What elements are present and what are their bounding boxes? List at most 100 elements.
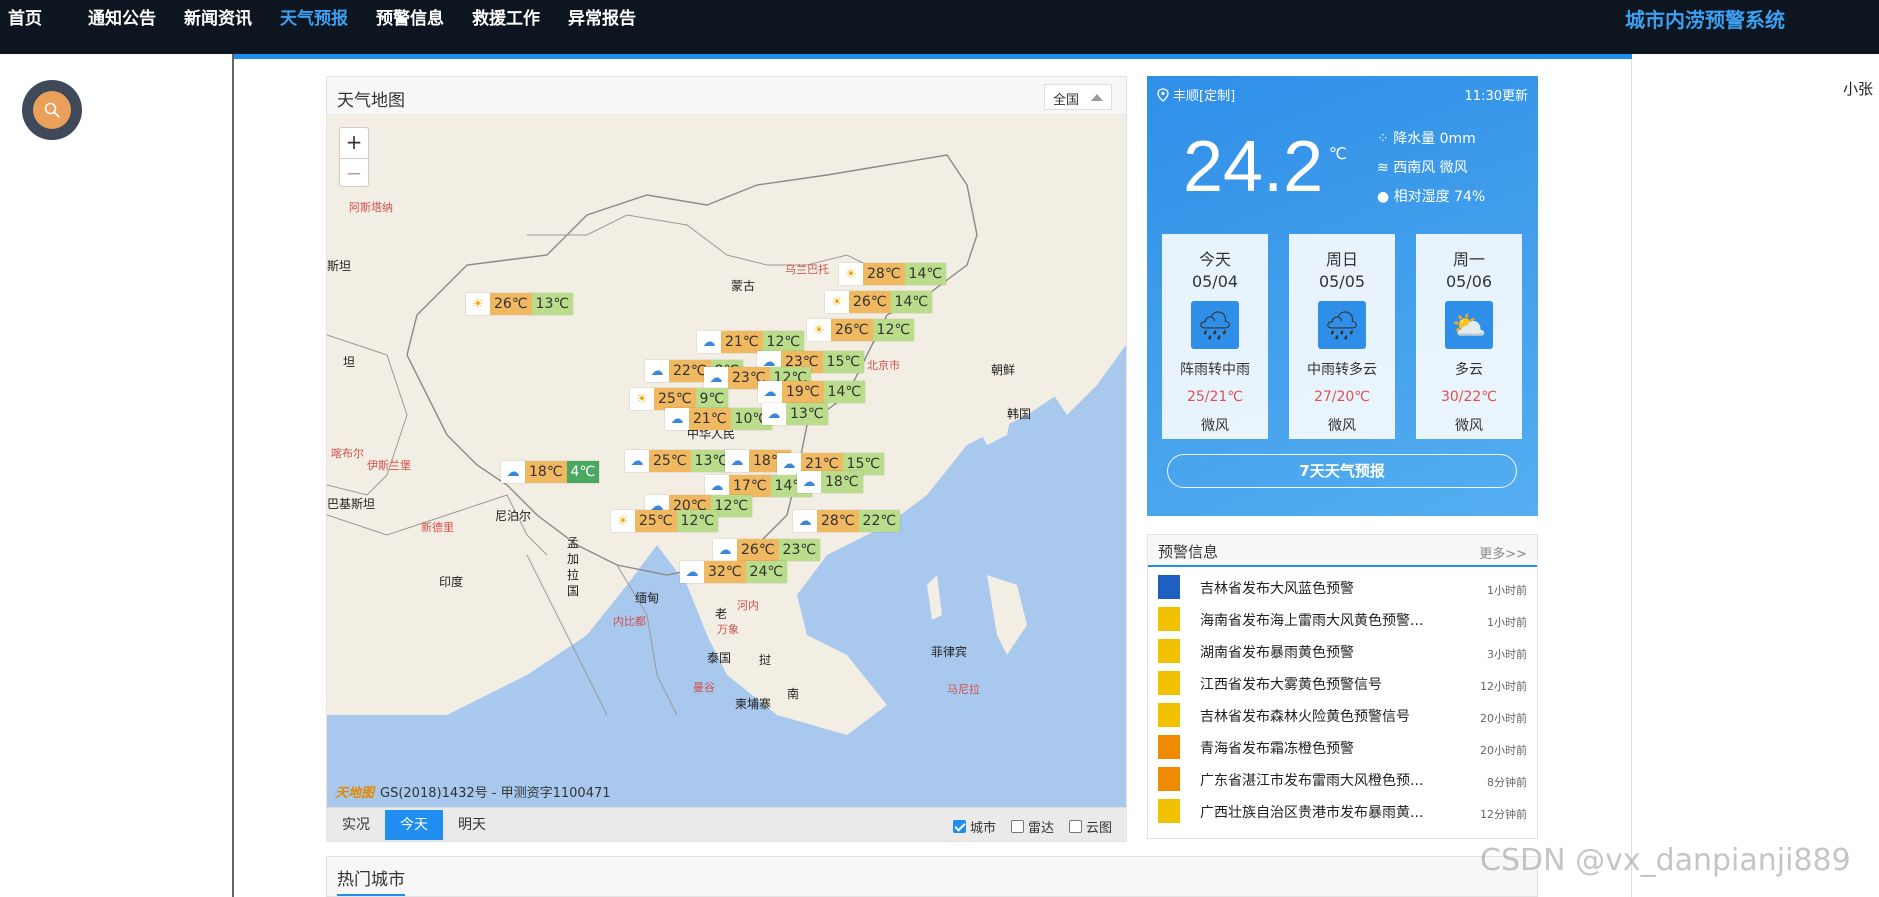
weather-marker[interactable]: ☁ 18℃ — [797, 471, 863, 493]
forecast-day-card[interactable]: 周日 05/05 🌧 中雨转多云 27/20℃ 微风 — [1289, 234, 1395, 439]
warning-time: 3小时前 — [1487, 648, 1527, 661]
wind-text: 西南风 微风 — [1393, 160, 1468, 176]
map-copyright-text: GS(2018)1432号 - 甲测资字1100471 — [380, 786, 611, 801]
user-name[interactable]: 小张 — [1843, 78, 1873, 99]
rain-cloud-icon: ☁ — [697, 331, 721, 353]
weather-marker[interactable]: ☁ 21℃ 10℃ — [665, 408, 773, 430]
layer-radar-toggle[interactable]: 雷达 — [1011, 817, 1054, 836]
rain-cloud-icon: ☁ — [680, 561, 704, 583]
zoom-out-button[interactable]: − — [340, 158, 368, 188]
weather-marker[interactable]: ☁ 21℃ 12℃ — [697, 331, 805, 353]
weather-marker[interactable]: ☁ 13℃ — [762, 403, 828, 425]
more-link[interactable]: 更多>> — [1479, 543, 1527, 562]
sun-icon: ☀ — [825, 291, 849, 313]
warning-text[interactable]: 吉林省发布大风蓝色预警 — [1200, 578, 1458, 598]
weather-marker[interactable]: ☀ 26℃ 12℃ — [807, 319, 915, 341]
day-date: 05/04 — [1191, 272, 1239, 291]
day-wind: 微风 — [1455, 418, 1483, 434]
warning-text[interactable]: 青海省发布霜冻橙色预警 — [1200, 738, 1458, 758]
weather-marker[interactable]: ☁ 32℃ 24℃ — [680, 561, 788, 583]
rain-cloud-icon: ☁ — [793, 510, 817, 532]
hot-cities-panel: 热门城市 — [326, 856, 1538, 897]
marker-low-temp: 12℃ — [762, 331, 805, 353]
rain-cloud-icon: ☁ — [501, 461, 525, 483]
warning-signal-icon — [1158, 607, 1180, 631]
marker-high-temp: 21℃ — [689, 408, 731, 430]
seven-day-forecast-button[interactable]: 7天天气预报 — [1167, 454, 1517, 488]
forecast-day-card[interactable]: 周一 05/06 ⛅ 多云 30/22℃ 微风 — [1416, 234, 1522, 439]
warnings-title: 预警信息 — [1158, 543, 1219, 561]
rain-cloud-icon: ☁ — [725, 450, 749, 472]
warnings-list: 吉林省发布大风蓝色预警 1小时前 海南省发布海上雷雨大风黄色预警... 1小时前 湖南省… — [1148, 567, 1537, 827]
warning-text[interactable]: 广西壮族自治区贵港市发布暴雨黄... — [1200, 802, 1458, 822]
nav-news[interactable]: 新闻资讯 — [184, 4, 252, 29]
marker-low-temp: 14℃ — [823, 381, 866, 403]
marker-high-temp: 28℃ — [817, 510, 859, 532]
warning-signal-icon — [1158, 767, 1180, 791]
weather-marker[interactable]: ☁ 25℃ 13℃ — [625, 450, 733, 472]
warning-item[interactable]: 青海省发布霜冻橙色预警 20小时前 — [1148, 731, 1537, 763]
search-avatar-button[interactable] — [22, 80, 82, 140]
place-label: 万象 — [717, 623, 739, 636]
warning-item[interactable]: 江西省发布大雾黄色预警信号 12小时前 — [1148, 667, 1537, 699]
sun-icon: ☀ — [611, 510, 635, 532]
weather-marker[interactable]: ☀ 25℃ 12℃ — [611, 510, 719, 532]
weather-marker[interactable]: ☁ 19℃ 14℃ — [758, 381, 866, 403]
marker-low-temp: 4℃ — [566, 461, 600, 483]
warning-item[interactable]: 吉林省发布森林火险黄色预警信号 20小时前 — [1148, 699, 1537, 731]
place-label: 马尼拉 — [947, 683, 980, 696]
map-copyright: 天地图 GS(2018)1432号 - 甲测资字1100471 — [335, 782, 611, 801]
nav-home[interactable]: 首页 — [8, 4, 42, 29]
hot-cities-title: 热门城市 — [337, 865, 405, 896]
warning-text[interactable]: 吉林省发布森林火险黄色预警信号 — [1200, 706, 1458, 726]
day-name: 周日 — [1325, 250, 1358, 269]
nav-rescue[interactable]: 救援工作 — [472, 4, 540, 29]
warning-signal-icon — [1158, 799, 1180, 823]
warning-item[interactable]: 湖南省发布暴雨黄色预警 3小时前 — [1148, 635, 1537, 667]
update-time: 11:30更新 — [1464, 89, 1528, 104]
weather-marker[interactable]: ☀ 26℃ 13℃ — [466, 293, 574, 315]
rain-cloud-icon: 🌧 — [1191, 301, 1239, 349]
layer-city-toggle[interactable]: 城市 — [953, 817, 996, 836]
forecast-day-card[interactable]: 今天 05/04 🌧 阵雨转中雨 25/21℃ 微风 — [1162, 234, 1268, 439]
warning-item[interactable]: 吉林省发布大风蓝色预警 1小时前 — [1148, 571, 1537, 603]
tab-tomorrow[interactable]: 明天 — [443, 810, 501, 840]
zoom-in-button[interactable]: + — [340, 128, 368, 158]
map-canvas[interactable]: + − 阿斯塔纳 斯坦 蒙古 乌兰巴托 坦 朝鲜 韩国 北京市 中华人民 喀布尔… — [327, 115, 1126, 807]
checkbox-cloud[interactable] — [1069, 820, 1082, 833]
tab-observed[interactable]: 实况 — [327, 810, 385, 840]
layer-city-label: 城市 — [970, 821, 997, 836]
region-select[interactable]: 全国 — [1044, 84, 1112, 110]
place-label: 老 — [715, 607, 728, 621]
weather-marker[interactable]: ☀ 26℃ 14℃ — [825, 291, 933, 313]
place-label: 南 — [787, 687, 800, 701]
nav-notices[interactable]: 通知公告 — [88, 4, 156, 29]
location[interactable]: 丰顺[定制] — [1157, 85, 1235, 104]
current-weather-card: 丰顺[定制] 11:30更新 24.2 ℃ ⁘ 降水量 0mm ≋ 西南风 微风… — [1147, 76, 1538, 516]
layer-cloud-toggle[interactable]: 云图 — [1069, 817, 1112, 836]
marker-low-temp: 12℃ — [676, 510, 719, 532]
warning-item[interactable]: 广东省湛江市发布雷雨大风橙色预... 8分钟前 — [1148, 763, 1537, 795]
weather-marker[interactable]: ☁ 28℃ 22℃ — [793, 510, 901, 532]
checkbox-city[interactable] — [953, 820, 966, 833]
nav-warnings[interactable]: 预警信息 — [376, 4, 444, 29]
warning-text[interactable]: 海南省发布海上雷雨大风黄色预警... — [1200, 610, 1458, 630]
weather-marker[interactable]: ☁ 18℃ 4℃ — [501, 461, 600, 483]
warning-item[interactable]: 广西壮族自治区贵港市发布暴雨黄... 12分钟前 — [1148, 795, 1537, 827]
warning-text[interactable]: 江西省发布大雾黄色预警信号 — [1200, 674, 1458, 694]
weather-map-panel: 天气地图 全国 + − 阿斯塔纳 斯坦 蒙古 乌兰巴托 坦 朝鲜 韩国 北京市 … — [326, 76, 1127, 842]
nav-reports[interactable]: 异常报告 — [568, 4, 636, 29]
warning-item[interactable]: 海南省发布海上雷雨大风黄色预警... 1小时前 — [1148, 603, 1537, 635]
marker-high-temp: 21℃ — [721, 331, 763, 353]
weather-marker[interactable]: ☁ 26℃ 23℃ — [713, 539, 821, 561]
checkbox-radar[interactable] — [1011, 820, 1024, 833]
warning-time: 20小时前 — [1480, 712, 1527, 725]
warning-text[interactable]: 湖南省发布暴雨黄色预警 — [1200, 642, 1458, 662]
weather-marker[interactable]: ☀ 25℃ 9℃ — [630, 388, 729, 410]
marker-low-temp: 9℃ — [695, 388, 729, 410]
weather-marker[interactable]: ☀ 28℃ 14℃ — [839, 263, 947, 285]
warning-text[interactable]: 广东省湛江市发布雷雨大风橙色预... — [1200, 770, 1458, 790]
tab-today[interactable]: 今天 — [385, 810, 443, 840]
nav-weather[interactable]: 天气预报 — [280, 4, 348, 29]
temperature-unit: ℃ — [1329, 144, 1347, 163]
